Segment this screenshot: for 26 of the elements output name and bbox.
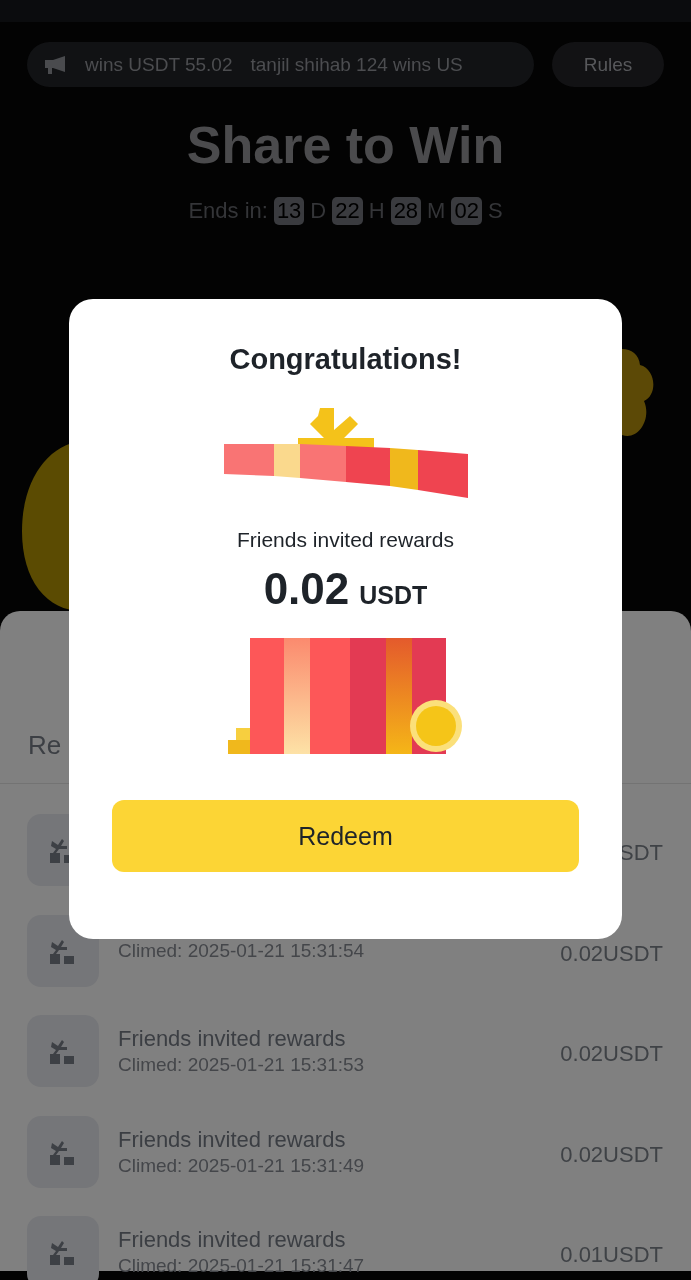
megaphone-icon bbox=[45, 55, 67, 74]
reward-amount: 0.02USDT bbox=[560, 1040, 663, 1068]
reward-title: Friends invited rewards bbox=[118, 1026, 347, 1053]
ticker-text: wins USDT 55.02 bbox=[85, 53, 233, 76]
countdown-value: 28 bbox=[390, 197, 422, 225]
currency-label: USDT bbox=[359, 581, 428, 610]
claim-date: Climed: 2025-01-21 15:31:47 bbox=[118, 1255, 366, 1278]
reward-amount: 0.02USDT bbox=[560, 1140, 663, 1168]
redeem-button[interactable]: Redeem bbox=[112, 800, 579, 872]
reward-title: Friends invited rewards bbox=[118, 1126, 347, 1153]
reward-amount: 0.01USDT bbox=[560, 1241, 663, 1269]
section-heading: Re bbox=[28, 730, 62, 761]
countdown-value: 13 bbox=[273, 197, 305, 225]
ticker-text: tanjil shihab 124 wins US bbox=[250, 53, 463, 76]
countdown-value: 02 bbox=[451, 197, 482, 225]
reward-amount: 0.02 bbox=[263, 564, 350, 614]
claim-date: Climed: 2025-01-21 15:31:49 bbox=[118, 1154, 366, 1177]
dialog-title: Congratulations! bbox=[229, 343, 462, 376]
reward-title: Friends invited rewards bbox=[118, 1227, 347, 1254]
reward-amount: 0.02USDT bbox=[560, 939, 663, 967]
page-title: Share to Win bbox=[185, 115, 506, 175]
claim-date: Climed: 2025-01-21 15:31:54 bbox=[118, 939, 366, 962]
reward-label: Friends invited rewards bbox=[236, 528, 455, 552]
countdown-value: 22 bbox=[332, 197, 363, 225]
reward-amount: SDT bbox=[619, 839, 663, 867]
claim-date: Climed: 2025-01-21 15:31:53 bbox=[118, 1054, 366, 1077]
